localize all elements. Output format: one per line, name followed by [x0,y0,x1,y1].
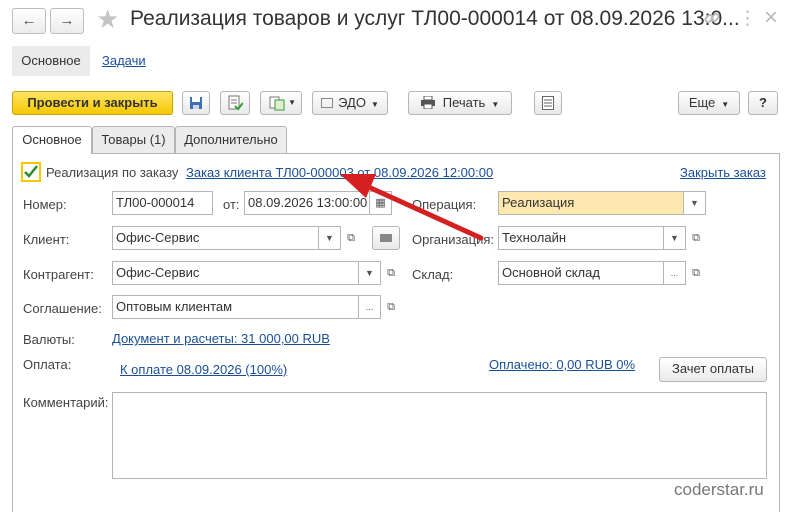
annotation-arrow-icon [340,174,484,241]
tab-main[interactable]: Основное [12,126,92,154]
